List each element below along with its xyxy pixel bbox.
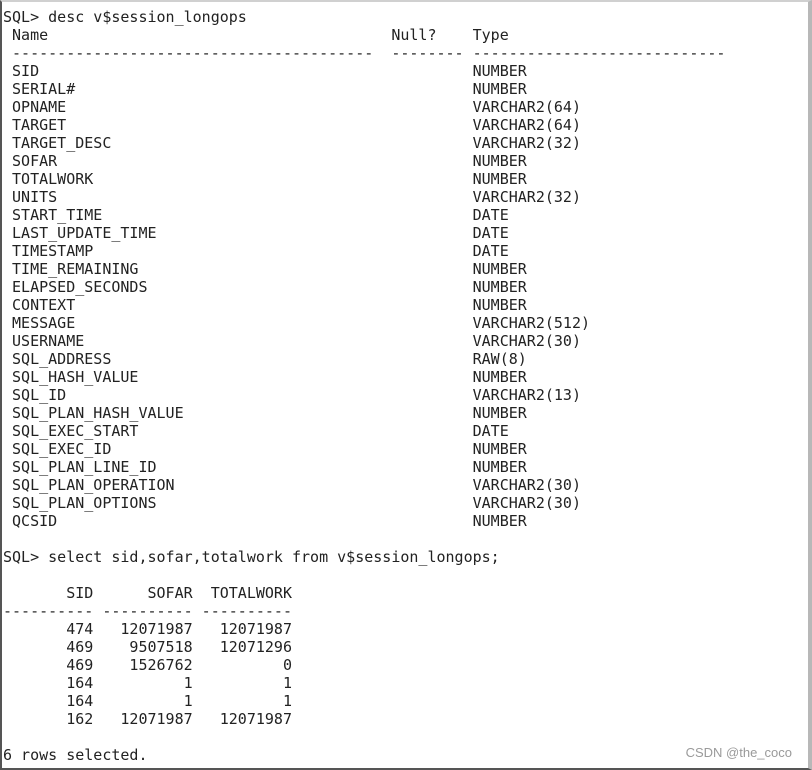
sql-command-line: SQL> select sid,sofar,totalwork from v$s… xyxy=(3,548,500,566)
result-row: 469 9507518 12071296 xyxy=(3,638,292,656)
result-header-row: SID SOFAR TOTALWORK xyxy=(3,584,292,602)
desc-row: TIME_REMAINING NUMBER xyxy=(3,260,527,278)
desc-separator-row: ----------------------------------------… xyxy=(3,44,726,62)
watermark: CSDN @the_coco xyxy=(685,745,792,760)
desc-row: TARGET_DESC VARCHAR2(32) xyxy=(3,134,581,152)
result-separator-row: ---------- ---------- ---------- xyxy=(3,602,292,620)
desc-row: QCSID NUMBER xyxy=(3,512,527,530)
desc-row: OPNAME VARCHAR2(64) xyxy=(3,98,581,116)
desc-row: SQL_ID VARCHAR2(13) xyxy=(3,386,581,404)
desc-row: SQL_EXEC_ID NUMBER xyxy=(3,440,527,458)
result-row: 469 1526762 0 xyxy=(3,656,292,674)
desc-row: START_TIME DATE xyxy=(3,206,509,224)
result-row: 164 1 1 xyxy=(3,674,292,692)
terminal-window[interactable]: SQL> desc v$session_longops Name Null? T… xyxy=(0,0,812,770)
desc-header-row: Name Null? Type xyxy=(3,26,509,44)
result-row: 474 12071987 12071987 xyxy=(3,620,292,638)
desc-row: SERIAL# NUMBER xyxy=(3,80,527,98)
desc-row: SQL_ADDRESS RAW(8) xyxy=(3,350,527,368)
desc-row: TIMESTAMP DATE xyxy=(3,242,509,260)
rows-selected-message: 6 rows selected. xyxy=(3,746,148,764)
desc-row: SQL_PLAN_LINE_ID NUMBER xyxy=(3,458,527,476)
desc-row: UNITS VARCHAR2(32) xyxy=(3,188,581,206)
desc-row: USERNAME VARCHAR2(30) xyxy=(3,332,581,350)
desc-row: SQL_HASH_VALUE NUMBER xyxy=(3,368,527,386)
sql-command-line: SQL> desc v$session_longops xyxy=(3,8,247,26)
result-row: 162 12071987 12071987 xyxy=(3,710,292,728)
result-row: 164 1 1 xyxy=(3,692,292,710)
desc-row: TOTALWORK NUMBER xyxy=(3,170,527,188)
desc-row: LAST_UPDATE_TIME DATE xyxy=(3,224,509,242)
desc-row: SQL_PLAN_OPTIONS VARCHAR2(30) xyxy=(3,494,581,512)
desc-row: CONTEXT NUMBER xyxy=(3,296,527,314)
desc-row: ELAPSED_SECONDS NUMBER xyxy=(3,278,527,296)
desc-row: SQL_PLAN_OPERATION VARCHAR2(30) xyxy=(3,476,581,494)
desc-row: MESSAGE VARCHAR2(512) xyxy=(3,314,590,332)
desc-row: SQL_EXEC_START DATE xyxy=(3,422,509,440)
terminal-output[interactable]: SQL> desc v$session_longops Name Null? T… xyxy=(3,8,725,764)
desc-row: SID NUMBER xyxy=(3,62,527,80)
desc-row: TARGET VARCHAR2(64) xyxy=(3,116,581,134)
desc-row: SQL_PLAN_HASH_VALUE NUMBER xyxy=(3,404,527,422)
desc-row: SOFAR NUMBER xyxy=(3,152,527,170)
